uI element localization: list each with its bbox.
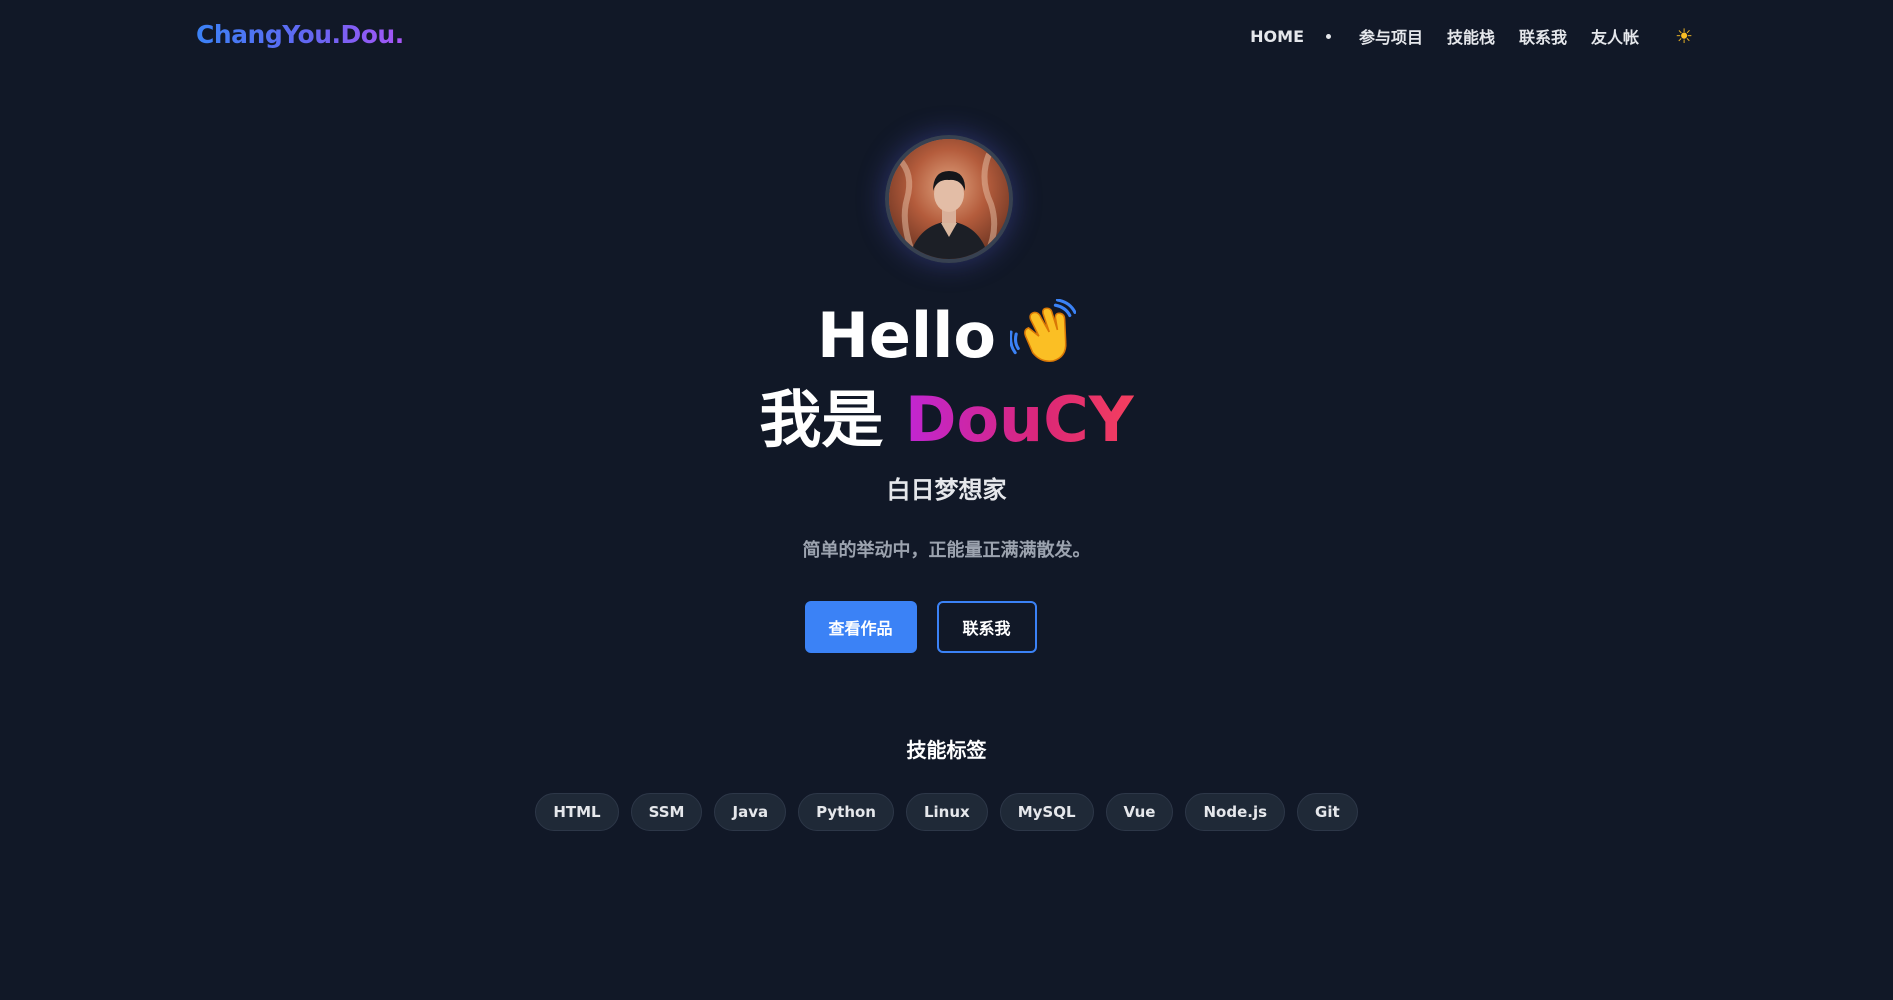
nav-skills[interactable]: 技能栈 — [1447, 24, 1495, 48]
tagline: 简单的举动中，正能量正满满散发。 — [802, 540, 1091, 561]
skill-tag-python[interactable]: Python — [798, 793, 894, 831]
nav-friends[interactable]: 友人帐 — [1591, 24, 1639, 48]
brand-name: DouCY — [905, 383, 1134, 456]
waving-hand-icon — [1010, 299, 1077, 362]
view-works-button[interactable]: 查看作品 — [804, 601, 917, 653]
skills-title: 技能标签 — [906, 738, 987, 762]
sun-icon[interactable]: ☀ — [1675, 26, 1693, 46]
skill-tag-ssm[interactable]: SSM — [630, 793, 703, 831]
skill-tag-linux[interactable]: Linux — [905, 793, 988, 831]
navbar: ChangYou.Dou. HOME 参与项目 技能栈 联系我 友人帐 ☀ — [0, 0, 1893, 74]
skill-tag-java[interactable]: Java — [714, 793, 787, 831]
nav-contact[interactable]: 联系我 — [1519, 24, 1567, 48]
nav-separator-dot — [1326, 33, 1331, 39]
skill-tags: HTML SSM Java Python Linux MySQL Vue Nod… — [0, 793, 1893, 831]
hello-heading: Hello — [0, 296, 1893, 376]
iam-prefix: 我是 — [759, 383, 884, 456]
skill-tag-html[interactable]: HTML — [535, 793, 619, 831]
nav-projects[interactable]: 参与项目 — [1359, 24, 1423, 48]
site-logo[interactable]: ChangYou.Dou. — [196, 20, 404, 49]
nav-home[interactable]: HOME — [1250, 27, 1304, 46]
profile-photo — [889, 139, 1009, 259]
intro-heading: 我是 DouCY — [0, 380, 1893, 460]
skill-tag-vue[interactable]: Vue — [1105, 793, 1174, 831]
contact-button[interactable]: 联系我 — [936, 601, 1037, 653]
hello-text: Hello — [816, 299, 997, 372]
nav-links: HOME 参与项目 技能栈 联系我 友人帐 ☀ — [1250, 24, 1693, 48]
skill-tag-nodejs[interactable]: Node.js — [1185, 793, 1286, 831]
hero-actions: 查看作品 联系我 — [0, 601, 1893, 653]
skill-tag-mysql[interactable]: MySQL — [999, 793, 1094, 831]
avatar — [885, 135, 1013, 263]
skill-tag-git[interactable]: Git — [1297, 793, 1358, 831]
subtitle: 白日梦想家 — [886, 476, 1007, 504]
